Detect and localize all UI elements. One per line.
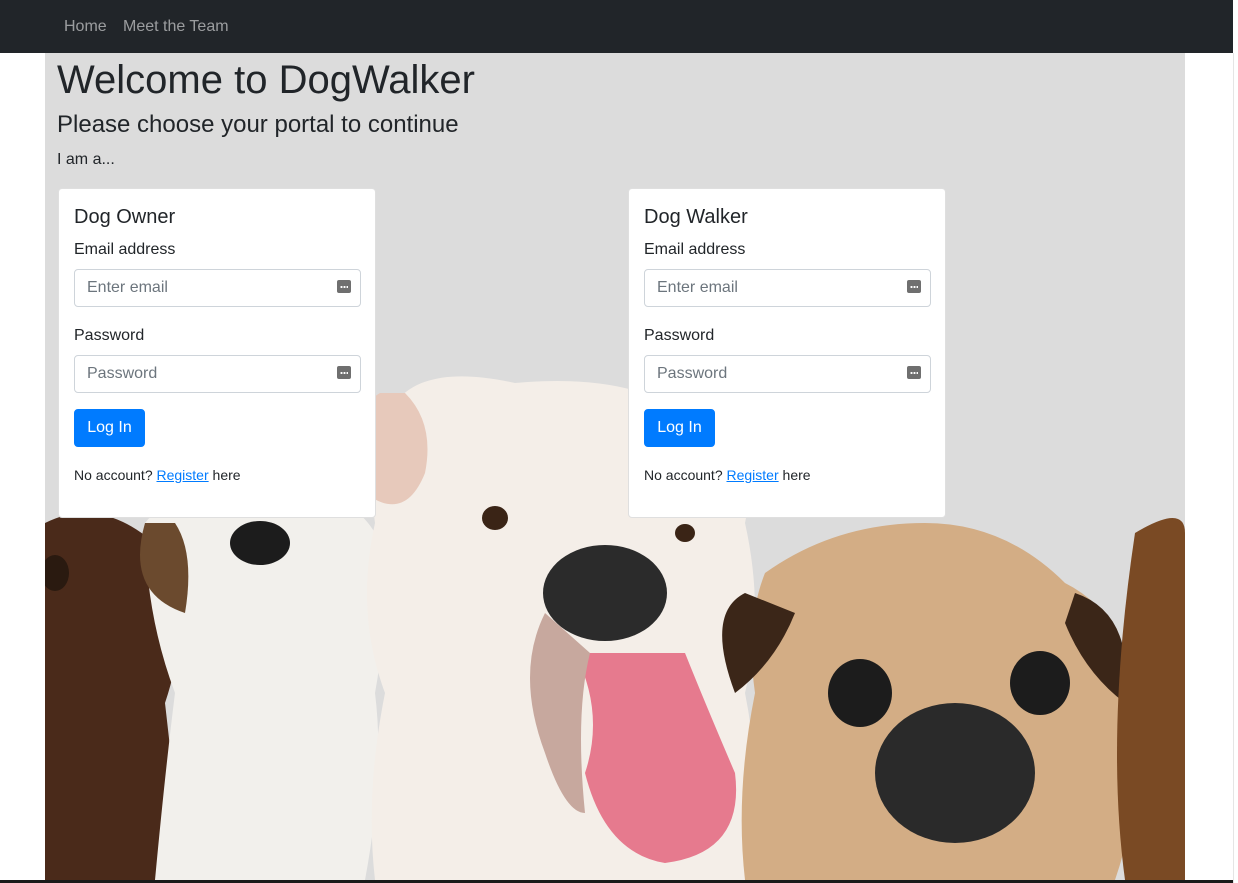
email-label: Email address (644, 241, 746, 258)
log-in-button[interactable]: Log In (644, 409, 715, 447)
register-prefix: No account? (74, 467, 153, 483)
password-label: Password (644, 327, 715, 344)
card-title: Dog Walker (644, 206, 748, 228)
register-prompt: No account? Register here (644, 467, 811, 484)
email-field-wrapper (644, 269, 931, 307)
top-navbar: Home Meet the Team (0, 0, 1233, 53)
password-input[interactable] (75, 356, 360, 392)
password-manager-icon[interactable] (907, 280, 921, 293)
card-title: Dog Owner (74, 206, 176, 228)
log-in-button[interactable]: Log In (74, 409, 145, 447)
password-label: Password (74, 327, 145, 344)
email-label: Email address (74, 241, 176, 258)
password-manager-icon[interactable] (337, 280, 351, 293)
password-manager-icon[interactable] (907, 366, 921, 379)
page-subtitle: Please choose your portal to continue (57, 111, 459, 138)
register-prefix: No account? (644, 467, 723, 483)
password-manager-icon[interactable] (337, 366, 351, 379)
password-field-wrapper (74, 355, 361, 393)
email-input[interactable] (645, 270, 930, 306)
dog-walker-login-card: Dog Walker Email address Password Log In… (628, 188, 946, 518)
email-input[interactable] (75, 270, 360, 306)
password-input[interactable] (645, 356, 930, 392)
portal-intro-text: I am a... (57, 151, 115, 168)
nav-meet-the-team-link[interactable]: Meet the Team (123, 17, 229, 36)
password-field-wrapper (644, 355, 931, 393)
register-link[interactable]: Register (727, 467, 779, 483)
email-field-wrapper (74, 269, 361, 307)
dog-owner-login-card: Dog Owner Email address Password Log In … (58, 188, 376, 518)
register-suffix: here (782, 467, 811, 483)
nav-home-link[interactable]: Home (64, 17, 107, 36)
page-title: Welcome to DogWalker (57, 58, 475, 102)
window-scrollbar[interactable] (1233, 53, 1238, 883)
register-suffix: here (212, 467, 241, 483)
register-prompt: No account? Register here (74, 467, 241, 484)
register-link[interactable]: Register (157, 467, 209, 483)
